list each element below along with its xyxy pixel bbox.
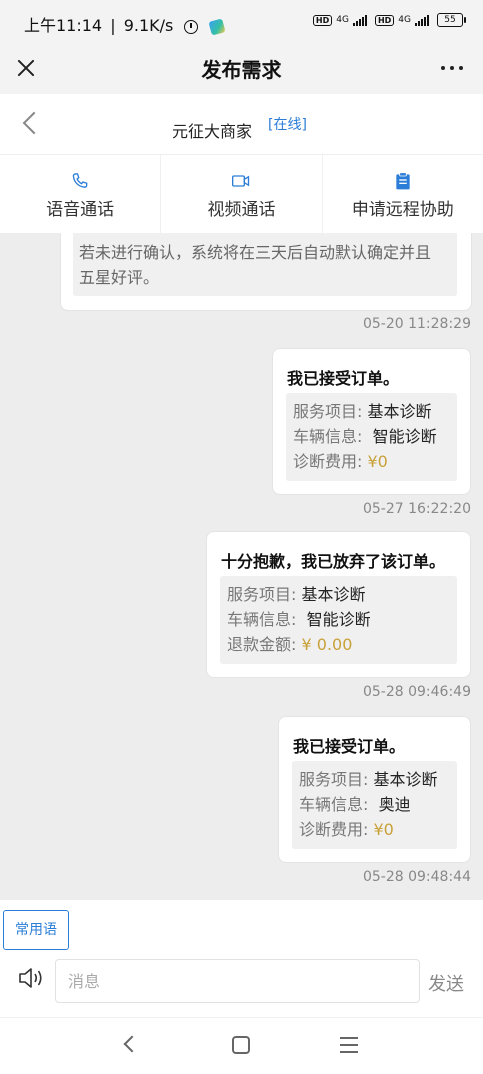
order-details: 服务项目: 基本诊断 车辆信息: 智能诊断 诊断费用: ¥0 — [286, 393, 457, 481]
message-timestamp: 05-20 11:28:29 — [362, 316, 471, 332]
status-bar: 上午11:14 | 9.1K/s HD 4G HD 4G 55 — [0, 0, 483, 44]
order-accepted-card: 我已接受订单。 服务项目: 基本诊断 车辆信息: 智能诊断 诊断费用: ¥0 — [272, 348, 471, 495]
send-button[interactable]: 发送 — [428, 970, 464, 996]
remote-assist-label: 申请远程协助 — [351, 200, 454, 220]
message-text-line: 若未进行确认，系统将在三天后自动默认确定并且 — [79, 243, 432, 262]
system-nav-bar — [0, 1017, 483, 1074]
title-bar: 发布需求 — [0, 44, 483, 94]
message-timestamp: 05-28 09:48:44 — [362, 869, 471, 885]
nav-menu-icon[interactable] — [340, 1037, 358, 1058]
voice-call-label: 语音通话 — [46, 200, 115, 220]
page-title: 发布需求 — [201, 58, 282, 82]
detail-row: 车辆信息: 智能诊断 — [293, 427, 437, 446]
signal-icon — [352, 14, 367, 26]
order-accepted-card: 我已接受订单。 服务项目: 基本诊断 车辆信息: 奥迪 诊断费用: ¥0 — [278, 716, 471, 863]
order-details: 服务项目: 基本诊断 车辆信息: 奥迪 诊断费用: ¥0 — [292, 761, 457, 849]
nav-home-icon[interactable] — [232, 1036, 250, 1054]
remote-assist-button[interactable]: 申请远程协助 — [323, 155, 483, 233]
status-indicators: HD 4G HD 4G 55 — [312, 13, 466, 27]
hd-badge: HD — [374, 14, 395, 26]
video-call-button[interactable]: 视频通话 — [161, 155, 323, 233]
network-type: 4G — [336, 15, 349, 25]
video-call-label: 视频通话 — [207, 200, 276, 220]
input-area: 常用语 发送 — [0, 900, 483, 1073]
hd-badge: HD — [312, 14, 333, 26]
clock-time: 上午11:14 — [24, 16, 103, 35]
more-options-icon[interactable] — [441, 66, 463, 70]
chat-area[interactable]: 若未进行确认，系统将在三天后自动默认确定并且 五星好评。 05-20 11:28… — [0, 233, 483, 900]
message-timestamp: 05-28 09:46:49 — [362, 684, 471, 700]
nav-back-icon[interactable] — [123, 1035, 141, 1053]
detail-row: 服务项目: 基本诊断 — [299, 770, 438, 789]
detail-row: 退款金额: ¥ 0.00 — [227, 635, 353, 654]
message-title: 我已接受订单。 — [287, 369, 400, 388]
battery-icon: 55 — [437, 13, 466, 27]
detail-row: 诊断费用: ¥0 — [293, 452, 388, 471]
app-notification-icon — [207, 17, 226, 36]
phone-icon — [72, 173, 88, 188]
message-title: 十分抱歉，我已放弃了该订单。 — [221, 552, 446, 571]
action-bar: 语音通话 视频通话 申请远程协助 — [0, 155, 483, 233]
signal-icon — [415, 14, 429, 26]
detail-row: 车辆信息: 智能诊断 — [227, 610, 371, 629]
message-bubble: 若未进行确认，系统将在三天后自动默认确定并且 五星好评。 — [60, 233, 472, 311]
message-timestamp: 05-27 16:22:20 — [362, 501, 471, 517]
detail-row: 服务项目: 基本诊断 — [227, 585, 366, 604]
message-text-box: 若未进行确认，系统将在三天后自动默认确定并且 五星好评。 — [73, 233, 457, 296]
network-type: 4G — [398, 15, 411, 25]
order-cancelled-card: 十分抱歉，我已放弃了该订单。 服务项目: 基本诊断 车辆信息: 智能诊断 退款金… — [206, 531, 471, 678]
online-status: [在线] — [268, 117, 307, 133]
voice-input-icon[interactable] — [18, 966, 46, 990]
shop-name: 元征大商家 — [172, 122, 253, 141]
network-speed: 9.1K/s — [123, 16, 174, 35]
detail-row: 车辆信息: 奥迪 — [299, 795, 411, 814]
shop-header: 元征大商家 [在线] — [0, 94, 483, 155]
message-text-line: 五星好评。 — [79, 268, 160, 287]
clipboard-icon — [396, 172, 410, 190]
common-phrases-button[interactable]: 常用语 — [3, 910, 69, 950]
status-time: 上午11:14 | 9.1K/s — [24, 12, 226, 36]
alarm-icon — [184, 19, 199, 34]
video-icon — [232, 175, 250, 187]
detail-row: 服务项目: 基本诊断 — [293, 402, 432, 421]
order-details: 服务项目: 基本诊断 车辆信息: 智能诊断 退款金额: ¥ 0.00 — [220, 576, 457, 664]
message-title: 我已接受订单。 — [293, 737, 406, 756]
back-arrow-icon[interactable] — [22, 111, 46, 135]
voice-call-button[interactable]: 语音通话 — [0, 155, 162, 233]
detail-row: 诊断费用: ¥0 — [299, 820, 394, 839]
message-input[interactable] — [55, 959, 420, 1003]
